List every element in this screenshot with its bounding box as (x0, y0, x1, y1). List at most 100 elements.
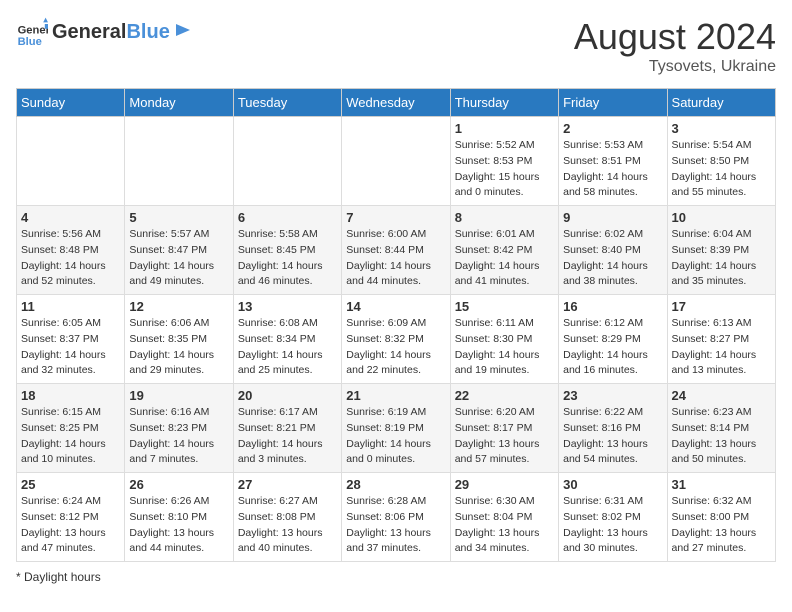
svg-text:Blue: Blue (18, 36, 42, 48)
day-number: 22 (455, 388, 554, 403)
calendar-day-cell: 12 Sunrise: 6:06 AMSunset: 8:35 PMDayligh… (125, 295, 233, 384)
calendar-day-cell: 19Sunrise: 6:16 AMSunset: 8:23 PMDayligh… (125, 384, 233, 473)
day-info: Sunrise: 6:15 AMSunset: 8:25 PMDaylight:… (21, 405, 120, 468)
calendar-week-row: 11 Sunrise: 6:05 AMSunset: 8:37 PMDayligh… (17, 295, 776, 384)
calendar-day-cell (17, 117, 125, 206)
calendar-day-cell (233, 117, 341, 206)
day-number: 8 (455, 210, 554, 225)
day-info: Sunrise: 6:30 AMSunset: 8:04 PMDaylight:… (455, 494, 554, 557)
calendar-day-cell: 13 Sunrise: 6:08 AMSunset: 8:34 PMDayligh… (233, 295, 341, 384)
calendar-day-cell (125, 117, 233, 206)
weekday-header-row: SundayMondayTuesdayWednesdayThursdayFrid… (17, 89, 776, 117)
calendar-day-cell: 16 Sunrise: 6:12 AMSunset: 8:29 PMDayligh… (559, 295, 667, 384)
logo-icon: General Blue (16, 16, 48, 48)
calendar-day-cell: 3 Sunrise: 5:54 AMSunset: 8:50 PMDaylight… (667, 117, 775, 206)
calendar-day-cell: 20Sunrise: 6:17 AMSunset: 8:21 PMDayligh… (233, 384, 341, 473)
calendar-table: SundayMondayTuesdayWednesdayThursdayFrid… (16, 88, 776, 562)
day-info: Sunrise: 6:26 AMSunset: 8:10 PMDaylight:… (129, 494, 228, 557)
day-info: Sunrise: 5:53 AMSunset: 8:51 PMDaylight:… (563, 138, 662, 201)
weekday-header-thursday: Thursday (450, 89, 558, 117)
calendar-day-cell: 21 Sunrise: 6:19 AMSunset: 8:19 PMDayligh… (342, 384, 450, 473)
calendar-day-cell: 29 Sunrise: 6:30 AMSunset: 8:04 PMDayligh… (450, 473, 558, 562)
day-info: Sunrise: 6:00 AMSunset: 8:44 PMDaylight:… (346, 227, 445, 290)
svg-text:General: General (18, 25, 48, 37)
day-info: Sunrise: 5:52 AMSunset: 8:53 PMDaylight:… (455, 138, 554, 201)
logo-general: General (52, 21, 126, 44)
day-info: Sunrise: 6:12 AMSunset: 8:29 PMDaylight:… (563, 316, 662, 379)
logo: General Blue General Blue (16, 16, 192, 48)
day-number: 24 (672, 388, 771, 403)
calendar-day-cell: 4Sunrise: 5:56 AMSunset: 8:48 PMDaylight… (17, 206, 125, 295)
day-number: 28 (346, 477, 445, 492)
day-info: Sunrise: 6:16 AMSunset: 8:23 PMDaylight:… (129, 405, 228, 468)
day-number: 21 (346, 388, 445, 403)
calendar-day-cell: 24Sunrise: 6:23 AMSunset: 8:14 PMDayligh… (667, 384, 775, 473)
day-info: Sunrise: 6:09 AMSunset: 8:32 PMDaylight:… (346, 316, 445, 379)
calendar-day-cell: 2Sunrise: 5:53 AMSunset: 8:51 PMDaylight… (559, 117, 667, 206)
calendar-day-cell: 1 Sunrise: 5:52 AMSunset: 8:53 PMDaylight… (450, 117, 558, 206)
weekday-header-friday: Friday (559, 89, 667, 117)
day-info: Sunrise: 6:19 AMSunset: 8:19 PMDaylight:… (346, 405, 445, 468)
day-number: 11 (21, 299, 120, 314)
day-number: 3 (672, 121, 771, 136)
day-info: Sunrise: 6:05 AMSunset: 8:37 PMDaylight:… (21, 316, 120, 379)
calendar-day-cell: 15Sunrise: 6:11 AMSunset: 8:30 PMDayligh… (450, 295, 558, 384)
calendar-day-cell: 6 Sunrise: 5:58 AMSunset: 8:45 PMDaylight… (233, 206, 341, 295)
calendar-week-row: 4Sunrise: 5:56 AMSunset: 8:48 PMDaylight… (17, 206, 776, 295)
day-info: Sunrise: 6:01 AMSunset: 8:42 PMDaylight:… (455, 227, 554, 290)
day-number: 1 (455, 121, 554, 136)
footer-note: * Daylight hours (16, 570, 776, 584)
day-number: 9 (563, 210, 662, 225)
title-area: August 2024 Tysovets, Ukraine (574, 16, 776, 76)
calendar-day-cell: 25 Sunrise: 6:24 AMSunset: 8:12 PMDayligh… (17, 473, 125, 562)
calendar-day-cell: 31Sunrise: 6:32 AMSunset: 8:00 PMDayligh… (667, 473, 775, 562)
calendar-day-cell: 11 Sunrise: 6:05 AMSunset: 8:37 PMDayligh… (17, 295, 125, 384)
calendar-day-cell: 27Sunrise: 6:27 AMSunset: 8:08 PMDayligh… (233, 473, 341, 562)
day-number: 31 (672, 477, 771, 492)
day-info: Sunrise: 5:54 AMSunset: 8:50 PMDaylight:… (672, 138, 771, 201)
day-info: Sunrise: 6:24 AMSunset: 8:12 PMDaylight:… (21, 494, 120, 557)
day-number: 4 (21, 210, 120, 225)
calendar-day-cell: 30 Sunrise: 6:31 AMSunset: 8:02 PMDayligh… (559, 473, 667, 562)
weekday-header-monday: Monday (125, 89, 233, 117)
day-info: Sunrise: 6:28 AMSunset: 8:06 PMDaylight:… (346, 494, 445, 557)
day-number: 27 (238, 477, 337, 492)
day-number: 6 (238, 210, 337, 225)
logo-flag-icon (172, 22, 192, 42)
day-number: 25 (21, 477, 120, 492)
day-number: 7 (346, 210, 445, 225)
footer-note-text: Daylight hours (24, 570, 101, 584)
day-info: Sunrise: 6:02 AMSunset: 8:40 PMDaylight:… (563, 227, 662, 290)
day-info: Sunrise: 6:13 AMSunset: 8:27 PMDaylight:… (672, 316, 771, 379)
day-number: 5 (129, 210, 228, 225)
calendar-day-cell: 23Sunrise: 6:22 AMSunset: 8:16 PMDayligh… (559, 384, 667, 473)
day-info: Sunrise: 6:31 AMSunset: 8:02 PMDaylight:… (563, 494, 662, 557)
calendar-week-row: 18 Sunrise: 6:15 AMSunset: 8:25 PMDayligh… (17, 384, 776, 473)
calendar-day-cell: 8 Sunrise: 6:01 AMSunset: 8:42 PMDaylight… (450, 206, 558, 295)
day-number: 13 (238, 299, 337, 314)
day-info: Sunrise: 5:57 AMSunset: 8:47 PMDaylight:… (129, 227, 228, 290)
location-title: Tysovets, Ukraine (574, 58, 776, 76)
day-number: 17 (672, 299, 771, 314)
calendar-week-row: 25 Sunrise: 6:24 AMSunset: 8:12 PMDayligh… (17, 473, 776, 562)
day-info: Sunrise: 6:17 AMSunset: 8:21 PMDaylight:… (238, 405, 337, 468)
weekday-header-wednesday: Wednesday (342, 89, 450, 117)
day-number: 23 (563, 388, 662, 403)
day-info: Sunrise: 5:58 AMSunset: 8:45 PMDaylight:… (238, 227, 337, 290)
day-info: Sunrise: 6:08 AMSunset: 8:34 PMDaylight:… (238, 316, 337, 379)
calendar-day-cell: 22Sunrise: 6:20 AMSunset: 8:17 PMDayligh… (450, 384, 558, 473)
calendar-day-cell: 7 Sunrise: 6:00 AMSunset: 8:44 PMDaylight… (342, 206, 450, 295)
day-number: 18 (21, 388, 120, 403)
day-info: Sunrise: 6:06 AMSunset: 8:35 PMDaylight:… (129, 316, 228, 379)
day-number: 29 (455, 477, 554, 492)
day-info: Sunrise: 6:11 AMSunset: 8:30 PMDaylight:… (455, 316, 554, 379)
calendar-day-cell: 26Sunrise: 6:26 AMSunset: 8:10 PMDayligh… (125, 473, 233, 562)
day-number: 14 (346, 299, 445, 314)
day-number: 30 (563, 477, 662, 492)
calendar-day-cell: 14 Sunrise: 6:09 AMSunset: 8:32 PMDayligh… (342, 295, 450, 384)
day-number: 12 (129, 299, 228, 314)
calendar-day-cell: 18 Sunrise: 6:15 AMSunset: 8:25 PMDayligh… (17, 384, 125, 473)
day-number: 16 (563, 299, 662, 314)
calendar-week-row: 1 Sunrise: 5:52 AMSunset: 8:53 PMDaylight… (17, 117, 776, 206)
day-info: Sunrise: 6:04 AMSunset: 8:39 PMDaylight:… (672, 227, 771, 290)
